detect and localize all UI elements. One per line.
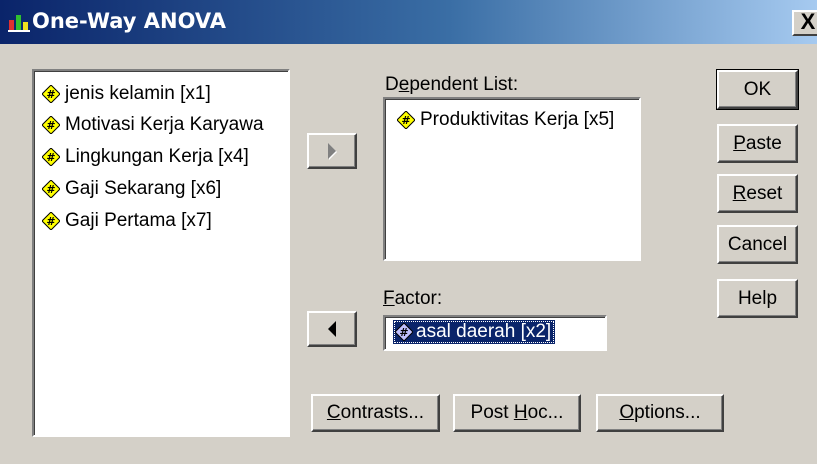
- arrow-left-icon: [328, 321, 336, 337]
- list-item[interactable]: # Gaji Sekarang [x6]: [42, 176, 221, 202]
- help-button[interactable]: Help: [717, 279, 798, 318]
- svg-text:#: #: [46, 183, 55, 196]
- svg-text:#: #: [46, 88, 55, 101]
- factor-selected-item[interactable]: # asal daerah [x2]: [393, 320, 556, 346]
- contrasts-hotkey: C: [326, 402, 341, 423]
- paste-label: aste: [745, 132, 782, 154]
- title-bar: One-Way ANOVA: [0, 0, 817, 44]
- factor-selection: # asal daerah [x2]: [393, 320, 556, 344]
- dependent-variable-label: Produktivitas Kerja [x5]: [420, 109, 615, 130]
- paste-button[interactable]: Paste: [717, 124, 798, 163]
- reset-hotkey: R: [732, 182, 747, 204]
- dependent-label-pre: D: [385, 74, 399, 95]
- move-to-dependent-button[interactable]: [307, 133, 357, 169]
- list-item[interactable]: # jenis kelamin [x1]: [42, 81, 211, 107]
- list-item[interactable]: # Gaji Pertama [x7]: [42, 208, 212, 234]
- svg-text:#: #: [46, 119, 55, 132]
- dependent-label-hotkey: e: [398, 74, 410, 95]
- svg-text:#: #: [46, 215, 55, 228]
- spss-app-icon: [8, 15, 30, 32]
- close-button[interactable]: X: [792, 10, 817, 36]
- factor-label-hotkey: F: [383, 288, 395, 309]
- post-hoc-hotkey: H: [513, 402, 528, 423]
- post-hoc-label-pre: Post: [470, 402, 514, 423]
- factor-label-post: actor:: [394, 288, 443, 309]
- dependent-label-post: pendent List:: [409, 74, 519, 95]
- dependent-list[interactable]: # Produktivitas Kerja [x5]: [383, 97, 641, 261]
- variable-label: Lingkungan Kerja [x4]: [65, 146, 249, 167]
- post-hoc-label: oc...: [527, 402, 564, 423]
- window-title: One-Way ANOVA: [32, 9, 226, 33]
- contrasts-button[interactable]: Contrasts...: [311, 394, 440, 432]
- list-item[interactable]: # Produktivitas Kerja [x5]: [397, 107, 614, 133]
- variable-label: Motivasi Kerja Karyawa: [65, 114, 264, 135]
- variable-label: jenis kelamin [x1]: [65, 83, 211, 104]
- move-to-factor-button[interactable]: [307, 311, 357, 347]
- contrasts-label: ontrasts...: [340, 402, 425, 423]
- list-item[interactable]: # Motivasi Kerja Karyawa: [42, 112, 264, 138]
- cancel-button[interactable]: Cancel: [717, 225, 798, 264]
- scale-variable-icon: #: [42, 85, 60, 103]
- variable-label: Gaji Sekarang [x6]: [65, 178, 222, 199]
- variable-label: Gaji Pertama [x7]: [65, 210, 212, 231]
- svg-text:#: #: [401, 114, 410, 127]
- post-hoc-button[interactable]: Post Hoc...: [453, 394, 581, 432]
- factor-label: Factor:: [383, 288, 442, 310]
- options-label: ptions...: [634, 402, 701, 423]
- reset-label: eset: [746, 182, 783, 204]
- factor-value: asal daerah [x2]: [416, 321, 552, 342]
- scale-variable-icon: #: [42, 212, 60, 230]
- nominal-variable-icon: #: [395, 323, 413, 341]
- scale-variable-icon: #: [397, 111, 415, 129]
- source-variable-list[interactable]: # jenis kelamin [x1] # Motivasi Kerja Ka…: [32, 69, 290, 437]
- svg-text:#: #: [399, 326, 408, 339]
- scale-variable-icon: #: [42, 148, 60, 166]
- svg-text:#: #: [46, 151, 55, 164]
- scale-variable-icon: #: [42, 116, 60, 134]
- list-item[interactable]: # Lingkungan Kerja [x4]: [42, 144, 249, 170]
- ok-button[interactable]: OK: [716, 69, 799, 110]
- reset-button[interactable]: Reset: [717, 174, 798, 213]
- scale-variable-icon: #: [42, 180, 60, 198]
- factor-field[interactable]: # asal daerah [x2]: [383, 315, 607, 351]
- paste-hotkey: P: [733, 132, 746, 154]
- options-hotkey: O: [619, 402, 635, 423]
- arrow-right-icon: [328, 143, 336, 159]
- dependent-list-label: Dependent List:: [385, 74, 518, 96]
- options-button[interactable]: Options...: [596, 394, 724, 432]
